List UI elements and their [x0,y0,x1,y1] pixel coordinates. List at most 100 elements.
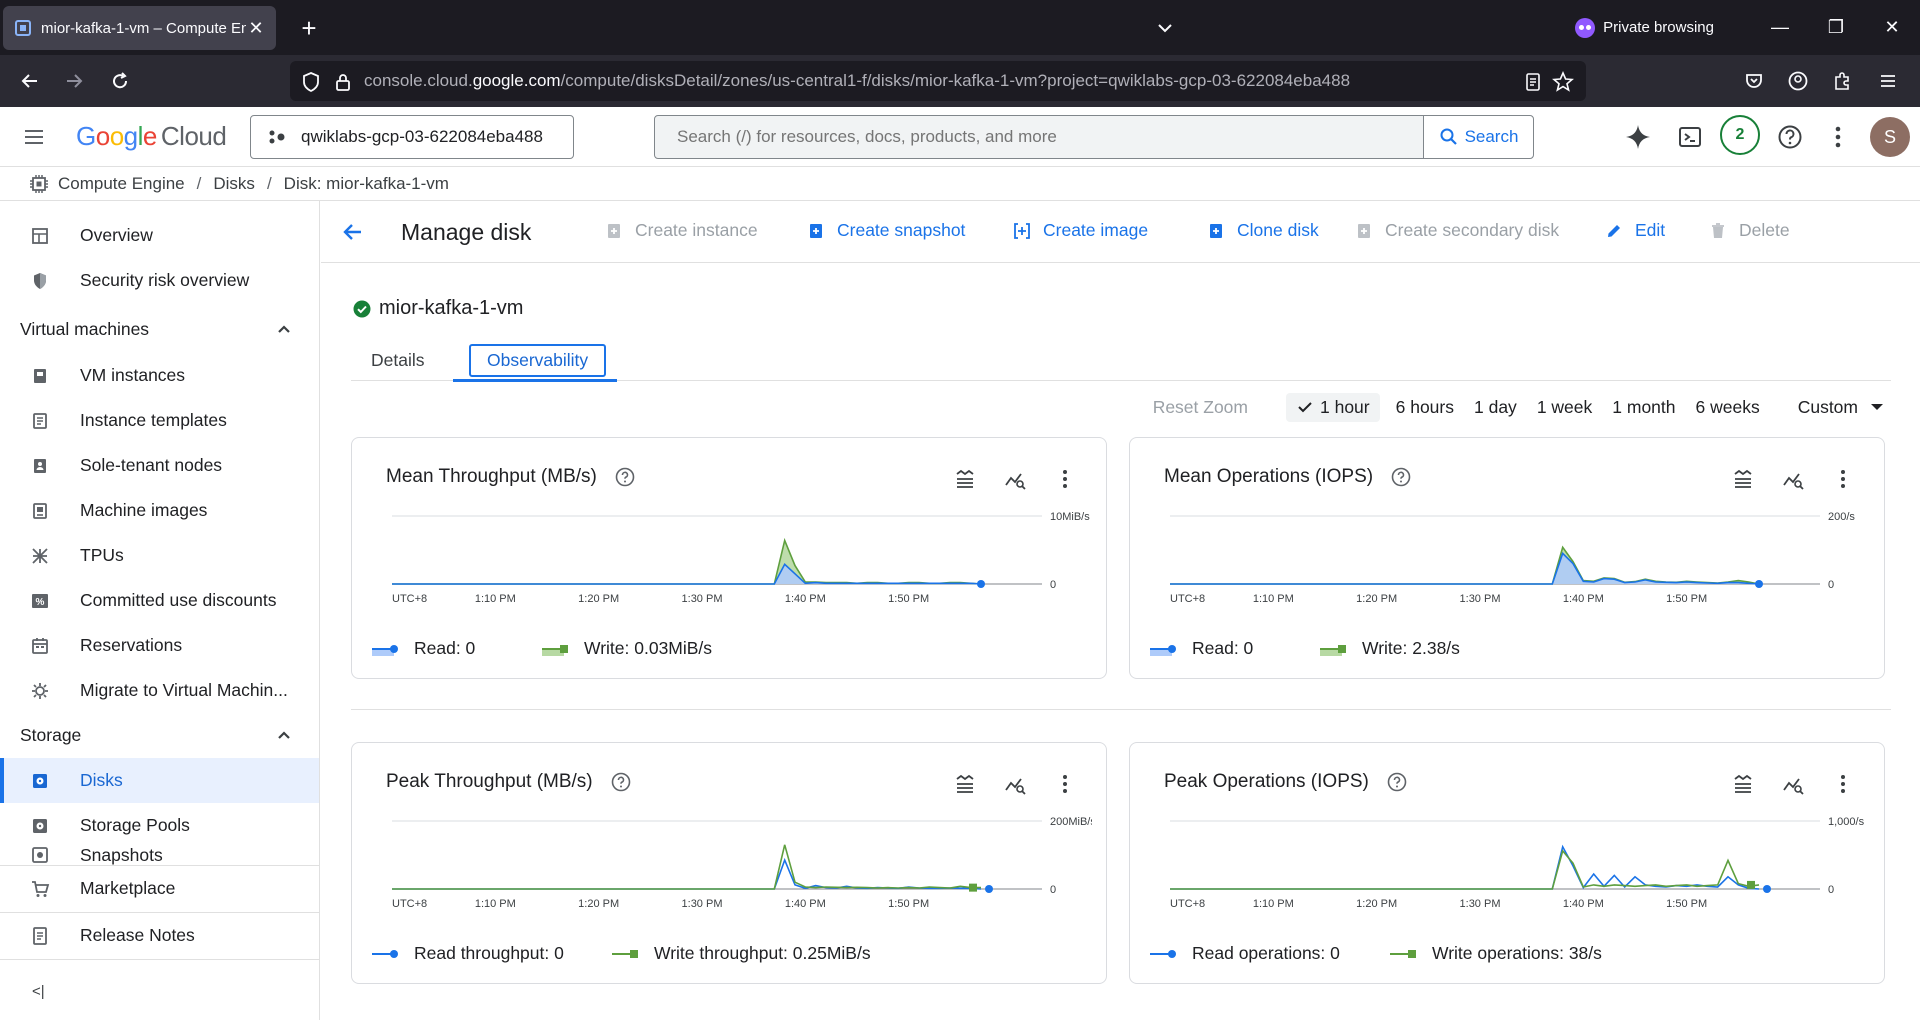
sidebar-item-marketplace[interactable]: Marketplace [0,866,319,911]
collapse-sidebar-button[interactable]: <| [0,969,319,1014]
time-range-1-day[interactable]: 1 day [1468,393,1523,422]
time-range-1-hour[interactable]: 1 hour [1286,392,1380,422]
sidebar-section-virtual-machines[interactable]: Virtual machines [0,307,319,352]
more-options-icon[interactable] [1822,121,1854,153]
help-circle-icon[interactable] [611,772,631,792]
sidebar-item-overview[interactable]: Overview [0,213,319,258]
time-range-custom-dropdown[interactable]: Custom [1792,393,1890,422]
browser-tab[interactable]: mior-kafka-1-vm – Compute En ✕ [3,6,276,50]
account-icon[interactable] [1782,65,1814,97]
sidebar-item-vm-instances[interactable]: VM instances [0,353,319,398]
legend-item-read[interactable]: Read: 0 [372,638,475,659]
time-range-1-month[interactable]: 1 month [1606,393,1681,422]
breadcrumb-compute-engine[interactable]: Compute Engine [58,174,185,194]
restore-button[interactable]: ❐ [1808,0,1864,55]
main-menu-icon[interactable] [22,125,46,149]
explore-chart-icon[interactable] [1002,466,1028,492]
lock-icon[interactable] [332,71,354,93]
create-snapshot-button[interactable]: Create snapshot [807,220,965,241]
reader-view-icon[interactable] [1522,71,1544,93]
x-tick-label: 1:40 PM [1563,898,1604,910]
minimize-button[interactable]: — [1752,0,1808,55]
legend-toggle-icon[interactable] [952,771,978,797]
legend-item-read-operations[interactable]: Read operations: 0 [1150,943,1340,964]
chart-more-options-icon[interactable] [1830,771,1856,797]
clone-disk-button[interactable]: Clone disk [1207,220,1319,241]
tab-close-icon[interactable]: ✕ [246,18,266,39]
cloud-shell-icon[interactable] [1674,121,1706,153]
avatar[interactable]: S [1870,117,1910,157]
explore-chart-icon[interactable] [1002,771,1028,797]
search-button[interactable]: Search [1423,116,1533,158]
sidebar-item-instance-templates[interactable]: Instance templates [0,398,319,443]
sidebar-item-disks[interactable]: Disks [0,758,319,803]
chart-plot[interactable]: 200/s 0 UTC+8 1:10 PM 1:20 PM 1:30 PM 1:40 PM 1… [1150,508,1870,628]
forward-icon[interactable] [58,65,90,97]
breadcrumb-disks[interactable]: Disks [213,174,255,194]
legend-item-write-throughput[interactable]: Write throughput: 0.25MiB/s [612,943,871,964]
time-range-1-week[interactable]: 1 week [1531,393,1598,422]
sidebar-item-snapshots[interactable]: Snapshots [0,843,319,865]
create-instance-button[interactable]: Create instance [605,220,758,241]
sidebar-item-machine-images[interactable]: Machine images [0,488,319,533]
bookmark-star-icon[interactable] [1552,71,1574,93]
legend-toggle-icon[interactable] [1730,466,1756,492]
google-cloud-logo[interactable]: Google Cloud [76,121,227,152]
time-range-6-hours[interactable]: 6 hours [1390,393,1460,422]
list-all-tabs-icon[interactable] [1155,18,1175,38]
legend-item-write[interactable]: Write: 0.03MiB/s [542,638,712,659]
help-circle-icon[interactable] [1387,772,1407,792]
back-icon[interactable] [14,65,46,97]
search-input[interactable] [655,116,1423,158]
explore-chart-icon[interactable] [1780,771,1806,797]
sidebar-item-tpus[interactable]: TPUs [0,533,319,578]
gemini-sparkle-icon[interactable] [1622,121,1654,153]
series-line-read-throughput [392,857,982,890]
y-tick-label: 0 [1050,884,1056,896]
chart-plot[interactable]: 200MiB/s 0 UTC+8 1:10 PM 1:20 PM 1:30 PM 1:40 … [372,813,1092,933]
legend-item-read[interactable]: Read: 0 [1150,638,1253,659]
extensions-icon[interactable] [1826,65,1858,97]
notifications-badge[interactable]: 2 [1720,115,1760,155]
sidebar-item-release-notes[interactable]: Release Notes [0,913,319,958]
legend-item-write-operations[interactable]: Write operations: 38/s [1390,943,1602,964]
chart-plot[interactable]: 10MiB/s 0 UTC+8 1:10 PM 1:20 PM 1:30 PM 1:40 P… [372,508,1092,628]
pocket-icon[interactable] [1738,65,1770,97]
tracking-protection-shield-icon[interactable] [300,71,322,93]
sidebar-section-storage[interactable]: Storage [0,713,319,758]
legend-toggle-icon[interactable] [1730,771,1756,797]
chart-more-options-icon[interactable] [1830,466,1856,492]
tab-observability[interactable]: Observability [453,339,617,382]
sidebar-item-security-risk-overview[interactable]: Security risk overview [0,258,319,303]
close-window-button[interactable]: ✕ [1864,0,1920,55]
delete-button[interactable]: Delete [1709,220,1790,241]
chart-more-options-icon[interactable] [1052,466,1078,492]
sidebar-item-committed-use-discounts[interactable]: % Committed use discounts [0,578,319,623]
sidebar-item-storage-pools[interactable]: Storage Pools [0,803,319,848]
help-circle-icon[interactable] [615,467,635,487]
legend-toggle-icon[interactable] [952,466,978,492]
reload-icon[interactable] [104,65,136,97]
sidebar-item-reservations[interactable]: Reservations [0,623,319,668]
chevron-up-icon [278,731,290,739]
create-secondary-disk-button[interactable]: Create secondary disk [1355,220,1559,241]
chart-more-options-icon[interactable] [1052,771,1078,797]
project-picker[interactable]: qwiklabs-gcp-03-622084eba488 [250,115,574,159]
explore-chart-icon[interactable] [1780,466,1806,492]
legend-item-read-throughput[interactable]: Read throughput: 0 [372,943,564,964]
legend-item-write[interactable]: Write: 2.38/s [1320,638,1460,659]
create-image-button[interactable]: Create image [1013,220,1148,241]
back-arrow-icon[interactable] [341,220,365,244]
reset-zoom-button[interactable]: Reset Zoom [1147,393,1254,422]
edit-button[interactable]: Edit [1605,220,1665,241]
tab-details[interactable]: Details [355,339,441,381]
new-tab-button[interactable]: + [293,12,325,44]
address-bar[interactable]: console.cloud.google.com/compute/disksDe… [290,61,1586,101]
sidebar-item-migrate-to-vms[interactable]: Migrate to Virtual Machin... [0,668,319,713]
chart-plot[interactable]: 1,000/s 0 UTC+8 1:10 PM 1:20 PM 1:30 PM 1:40 P… [1150,813,1870,933]
sidebar-item-sole-tenant-nodes[interactable]: Sole-tenant nodes [0,443,319,488]
help-circle-icon[interactable] [1391,467,1411,487]
time-range-6-weeks[interactable]: 6 weeks [1690,393,1766,422]
app-menu-icon[interactable] [1872,65,1904,97]
help-icon[interactable] [1774,121,1806,153]
